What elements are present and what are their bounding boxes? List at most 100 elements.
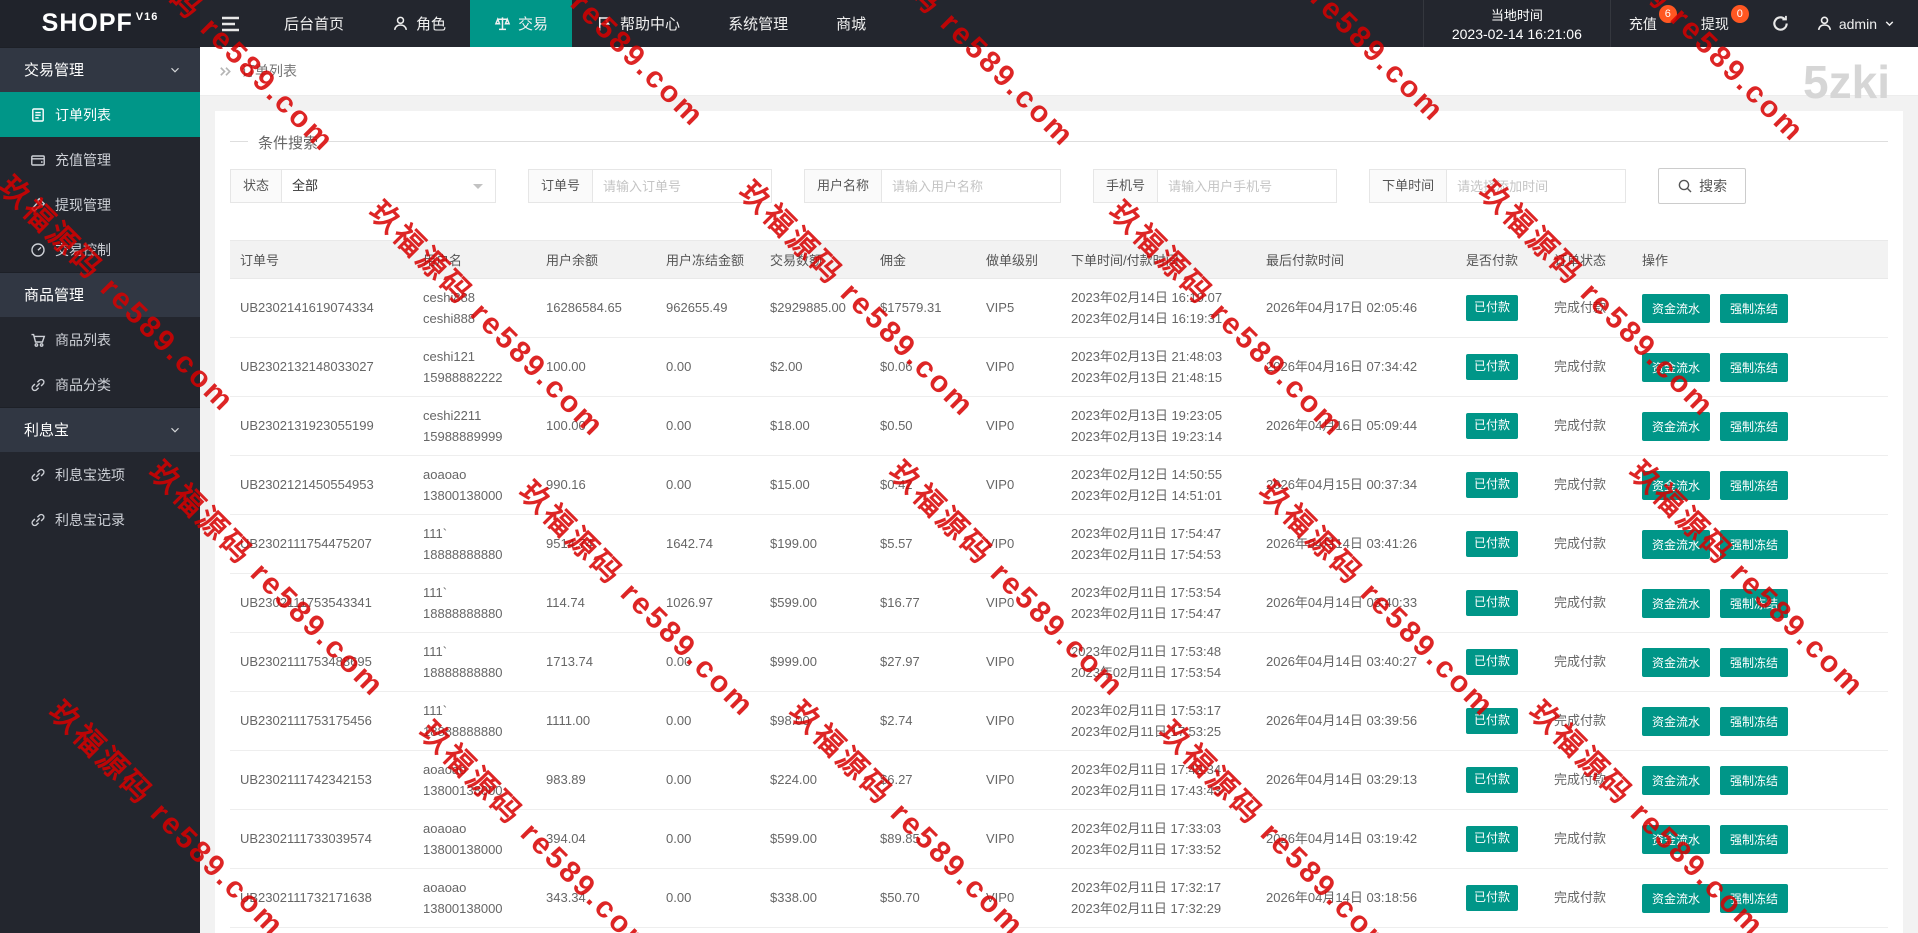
sidebar-item-2[interactable]: 充值管理 <box>0 137 200 182</box>
sidebar-group-8[interactable]: 利息宝 <box>0 407 200 452</box>
top-menu-item-4[interactable]: 系统管理 <box>704 0 812 47</box>
hamburger-menu-icon[interactable] <box>200 0 260 47</box>
user-name: aoaoao 13800138000 <box>413 809 536 869</box>
quick-link-1[interactable]: 提现 0 <box>1683 0 1755 47</box>
sidebar-item-10[interactable]: 利息宝记录 <box>0 497 200 542</box>
order-no-line: UB2302141619074334 <box>240 300 374 316</box>
filter-field-3: 手机号 <box>1093 169 1338 203</box>
trade-amount-line: $599.00 <box>770 595 817 611</box>
order-status: 完成付款 <box>1544 573 1632 633</box>
force-freeze-button[interactable]: 强制冻结 <box>1720 824 1789 854</box>
user-name-line: 111` <box>423 643 448 659</box>
order-status: 完成付款 <box>1544 455 1632 515</box>
filter-field-0: 状态 全部 <box>230 169 497 203</box>
column-header: 用户名 <box>413 240 536 279</box>
top-menu-item-3[interactable]: 帮助中心 <box>572 0 704 47</box>
trade-amount: $2929885.00 <box>760 278 870 338</box>
filter-label: 下单时间 <box>1369 169 1447 203</box>
sidebar-item-9[interactable]: 利息宝选项 <box>0 452 200 497</box>
last-pay-time-line: 2026年04月14日 03:39:56 <box>1266 713 1418 729</box>
vip-level-line: VIP0 <box>986 595 1015 611</box>
fund-flow-button[interactable]: 资金流水 <box>1642 411 1711 441</box>
user-balance-line: 114.74 <box>546 595 585 611</box>
column-header: 佣金 <box>870 240 976 279</box>
refresh-button[interactable] <box>1755 0 1806 47</box>
search-button[interactable]: 搜索 <box>1658 168 1747 204</box>
vip-level: VIP0 <box>976 455 1061 515</box>
order-pay-time-line: 2023年02月13日 21:48:03 <box>1071 348 1223 364</box>
force-freeze-button[interactable]: 强制冻结 <box>1720 647 1789 677</box>
filter-input-4[interactable] <box>1446 169 1627 203</box>
last-pay-time: 2026年04月14日 03:18:56 <box>1256 868 1456 928</box>
order-no-line: UB2302132148033027 <box>240 359 374 375</box>
user-menu[interactable]: admin <box>1806 0 1918 47</box>
user-balance: 114.74 <box>536 573 656 633</box>
fund-flow-button[interactable]: 资金流水 <box>1642 765 1711 795</box>
column-header: 最后付款时间 <box>1256 240 1456 279</box>
order-pay-time-line: 2023年02月11日 17:53:48 <box>1071 643 1222 659</box>
table-header-row: 订单号 用户名 用户余额 用户冻结金额 交易数额 佣金 做单级别 下单时间/付款时间 最后付款时… <box>230 240 1888 279</box>
actions-cell: 资金流水 强制冻结 <box>1632 337 1888 397</box>
vip-level: VIP0 <box>976 809 1061 869</box>
user-frozen: 962655.49 <box>656 278 760 338</box>
fund-flow-button[interactable]: 资金流水 <box>1642 824 1711 854</box>
last-pay-time-line: 2026年04月16日 05:09:44 <box>1266 418 1418 434</box>
filter-input-2[interactable] <box>881 169 1062 203</box>
top-menu-item-label: 帮助中心 <box>620 16 681 33</box>
force-freeze-button[interactable]: 强制冻结 <box>1720 588 1789 618</box>
status-select[interactable]: 全部 <box>281 169 497 203</box>
trade-amount-line: $224.00 <box>770 772 817 788</box>
force-freeze-button[interactable]: 强制冻结 <box>1720 352 1789 382</box>
pay-status-cell: 已付款 <box>1456 337 1544 397</box>
force-freeze-button[interactable]: 强制冻结 <box>1720 706 1789 736</box>
quick-link-0[interactable]: 充值 6 <box>1611 0 1683 47</box>
force-freeze-button[interactable]: 强制冻结 <box>1720 529 1789 559</box>
filter-field-2: 用户名称 <box>804 169 1062 203</box>
sidebar-item-1[interactable]: 订单列表 <box>0 92 200 137</box>
sidebar-item-3[interactable]: 提现管理 <box>0 182 200 227</box>
top-menu-item-5[interactable]: 商城 <box>812 0 890 47</box>
sidebar-item-4[interactable]: 交易控制 <box>0 227 200 272</box>
trade-amount-line: $15.00 <box>770 477 810 493</box>
force-freeze-button[interactable]: 强制冻结 <box>1720 765 1789 795</box>
sidebar-item-7[interactable]: 商品分类 <box>0 362 200 407</box>
top-menu-item-0[interactable]: 后台首页 <box>260 0 368 47</box>
order-pay-time: 2023年02月11日 17:42:34 2023年02月11日 17:43:43 <box>1061 750 1256 810</box>
pay-status-cell: 已付款 <box>1456 868 1544 928</box>
fund-flow-button[interactable]: 资金流水 <box>1642 470 1711 500</box>
last-pay-time-line: 2026年04月14日 03:29:13 <box>1266 772 1418 788</box>
order-no-line: UB2302111742342153 <box>240 772 372 788</box>
top-menu-item-2[interactable]: 交易 <box>470 0 573 47</box>
force-freeze-button[interactable]: 强制冻结 <box>1720 411 1789 441</box>
fund-flow-button[interactable]: 资金流水 <box>1642 293 1711 323</box>
force-freeze-button[interactable]: 强制冻结 <box>1720 883 1789 913</box>
user-balance: 1111.00 <box>536 691 656 751</box>
force-freeze-button[interactable]: 强制冻结 <box>1720 470 1789 500</box>
order-pay-time-line: 2023年02月11日 17:53:54 <box>1071 584 1222 600</box>
commission-line: $16.77 <box>880 595 920 611</box>
fund-flow-button[interactable]: 资金流水 <box>1642 883 1711 913</box>
order-no: UB2302131923055199 <box>230 396 413 456</box>
top-menu-item-1[interactable]: 角色 <box>368 0 470 47</box>
trade-amount: $18.00 <box>760 396 870 456</box>
local-time-label: 当地时间 <box>1490 8 1543 23</box>
force-freeze-button[interactable]: 强制冻结 <box>1720 293 1789 323</box>
filter-input-1[interactable] <box>592 169 773 203</box>
fund-flow-button[interactable]: 资金流水 <box>1642 588 1711 618</box>
order-pay-time: 2023年02月13日 21:48:03 2023年02月13日 21:48:15 <box>1061 337 1256 397</box>
order-no: UB2302132148033027 <box>230 337 413 397</box>
paid-badge: 已付款 <box>1466 531 1519 557</box>
user-balance: 990.16 <box>536 455 656 515</box>
sidebar-group-5[interactable]: 商品管理 <box>0 272 200 317</box>
filter-label: 状态 <box>230 169 282 203</box>
fund-flow-button[interactable]: 资金流水 <box>1642 647 1711 677</box>
filter-input-3[interactable] <box>1157 169 1338 203</box>
user-name-line: 18888888880 <box>423 724 503 739</box>
fund-flow-button[interactable]: 资金流水 <box>1642 706 1711 736</box>
sidebar-group-0[interactable]: 交易管理 <box>0 47 200 92</box>
sidebar-item-6[interactable]: 商品列表 <box>0 317 200 362</box>
fund-flow-button[interactable]: 资金流水 <box>1642 529 1711 559</box>
user-name: 111` 18888888880 <box>413 573 536 633</box>
fund-flow-button[interactable]: 资金流水 <box>1642 352 1711 382</box>
user-name-line: 111` <box>423 702 448 718</box>
